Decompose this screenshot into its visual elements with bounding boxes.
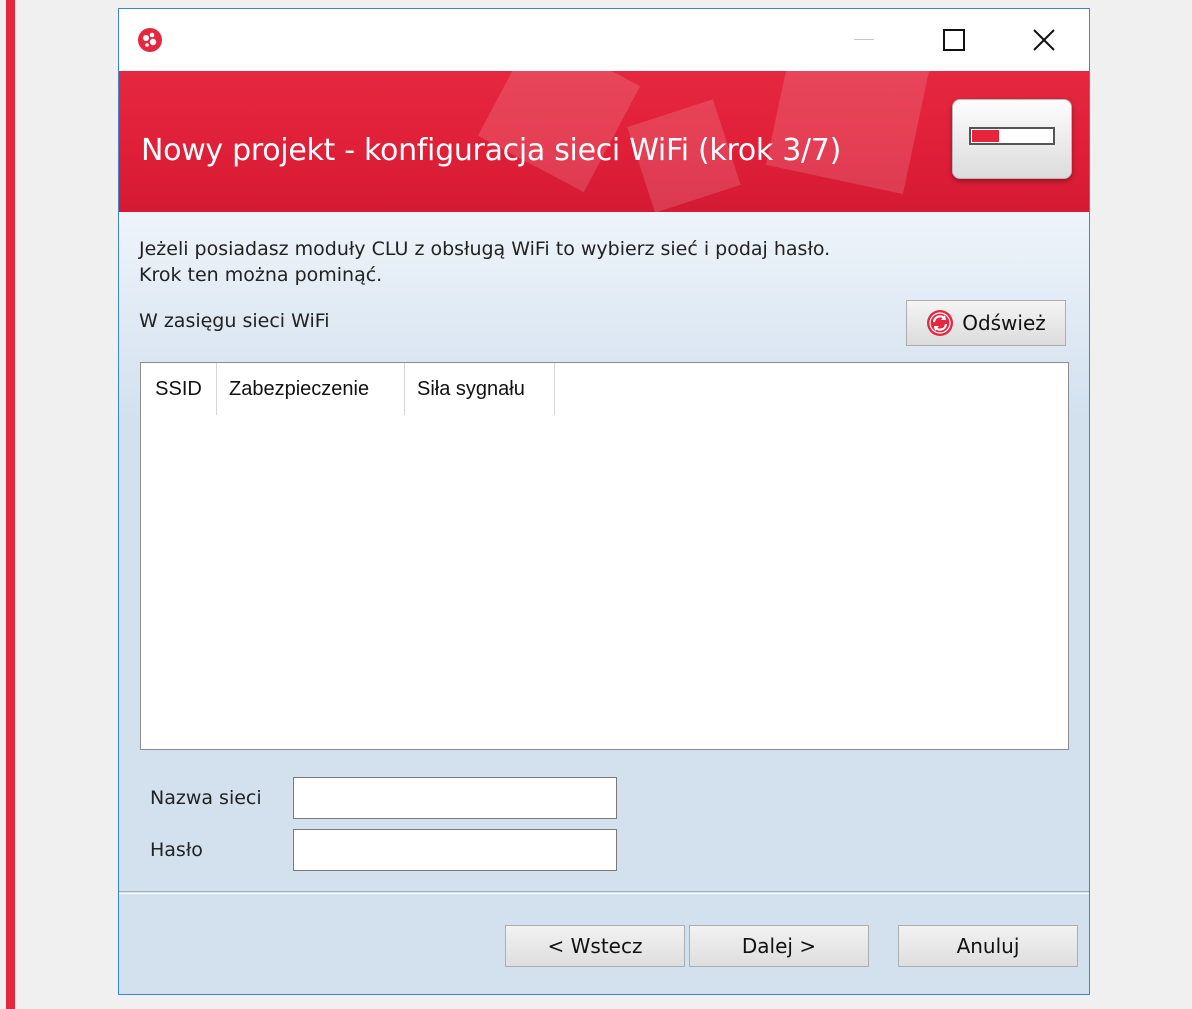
wizard-content: Jeżeli posiadasz moduły CLU z obsługą Wi… bbox=[119, 212, 1089, 892]
close-button[interactable] bbox=[999, 9, 1089, 71]
next-button[interactable]: Dalej > bbox=[689, 925, 869, 967]
title-bar bbox=[119, 9, 1089, 71]
back-button[interactable]: < Wstecz bbox=[505, 925, 685, 967]
password-label: Hasło bbox=[150, 839, 203, 861]
instruction-line: Krok ten można pominąć. bbox=[139, 264, 383, 286]
refresh-button[interactable]: Odśwież bbox=[906, 300, 1066, 346]
page-title: Nowy projekt - konfiguracja sieci WiFi (… bbox=[141, 133, 841, 168]
column-header-security[interactable]: Zabezpieczenie bbox=[217, 363, 405, 415]
column-header-signal[interactable]: Siła sygnału bbox=[405, 363, 555, 415]
column-header-ssid[interactable]: SSID bbox=[141, 363, 217, 415]
wifi-networks-table[interactable]: SSID Zabezpieczenie Siła sygnału bbox=[140, 362, 1069, 750]
minimize-icon bbox=[854, 39, 874, 40]
progress-track bbox=[969, 127, 1055, 145]
app-logo-icon bbox=[138, 28, 162, 52]
wizard-window: Nowy projekt - konfiguracja sieci WiFi (… bbox=[118, 8, 1090, 995]
header-banner: Nowy projekt - konfiguracja sieci WiFi (… bbox=[119, 71, 1089, 212]
network-name-label: Nazwa sieci bbox=[150, 787, 262, 809]
footer-divider bbox=[119, 893, 1089, 894]
instruction-text: Jeżeli posiadasz moduły CLU z obsługą Wi… bbox=[139, 236, 830, 288]
instruction-line: Jeżeli posiadasz moduły CLU z obsługą Wi… bbox=[139, 238, 831, 260]
wifi-section-label: W zasięgu sieci WiFi bbox=[139, 310, 330, 332]
network-name-input[interactable] bbox=[293, 777, 617, 819]
banner-decoration bbox=[477, 71, 641, 193]
cancel-button[interactable]: Anuluj bbox=[898, 925, 1078, 967]
step-progress-indicator bbox=[952, 99, 1072, 179]
minimize-button[interactable] bbox=[819, 9, 909, 71]
table-header: SSID Zabezpieczenie Siła sygnału bbox=[141, 363, 555, 415]
wizard-footer: < Wstecz Dalej > Anuluj bbox=[119, 891, 1089, 994]
maximize-icon bbox=[943, 29, 965, 51]
maximize-button[interactable] bbox=[909, 9, 999, 71]
password-input[interactable] bbox=[293, 829, 617, 871]
close-icon bbox=[1033, 29, 1055, 51]
refresh-button-label: Odśwież bbox=[962, 311, 1046, 335]
refresh-icon bbox=[927, 310, 954, 336]
left-accent-bar bbox=[6, 0, 15, 1009]
progress-fill bbox=[972, 130, 999, 142]
